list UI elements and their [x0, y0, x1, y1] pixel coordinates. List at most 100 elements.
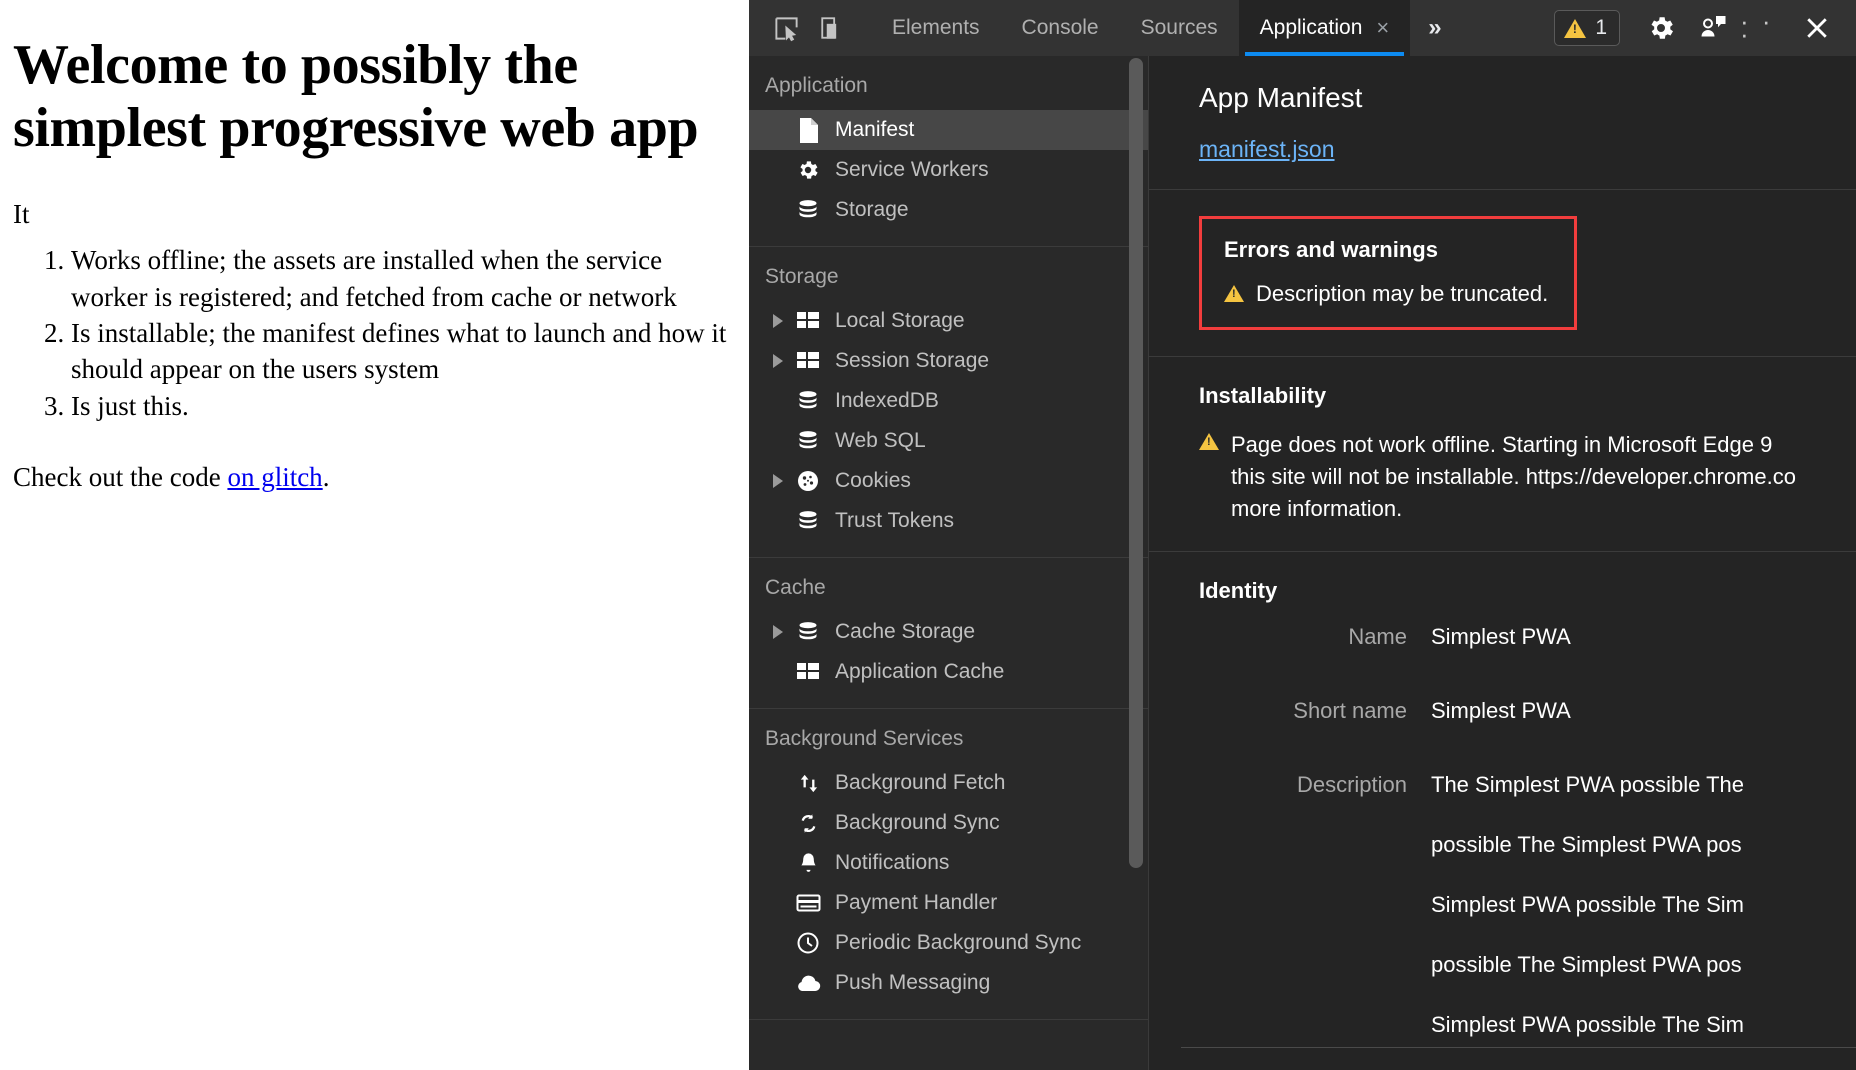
sidebar-item-background-sync[interactable]: Background Sync [749, 803, 1148, 843]
tab-application[interactable]: Application × [1238, 0, 1411, 56]
sidebar-item-web-sql[interactable]: Web SQL [749, 421, 1148, 461]
installability-section: Installability Page does not work offlin… [1149, 357, 1856, 552]
manifest-panel: App Manifest manifest.json Errors and wa… [1149, 56, 1856, 1070]
devtools-body: Application Manifest Service Workers Sto… [749, 56, 1856, 1070]
web-page-viewport: Welcome to possibly the simplest progres… [0, 0, 749, 1070]
chevron-right-icon[interactable] [773, 314, 783, 328]
tab-console[interactable]: Console [1001, 0, 1120, 56]
sidebar-item-label: Cache Storage [835, 620, 976, 643]
sidebar-item-application-cache[interactable]: Application Cache [749, 652, 1148, 692]
description-line: possible The Simplest PWA pos [1431, 831, 1742, 857]
sidebar-item-label: Application Cache [835, 660, 1005, 683]
identity-fields: Name Simplest PWA Short name Simplest PW… [1199, 624, 1856, 1070]
sidebar-item-label: Background Fetch [835, 771, 1006, 794]
application-sidebar: Application Manifest Service Workers Sto… [749, 56, 1149, 1070]
warning-count-badge[interactable]: 1 [1554, 10, 1620, 46]
table-icon [793, 308, 823, 334]
warning-triangle-icon [1199, 433, 1219, 450]
sidebar-item-cache-storage[interactable]: Cache Storage [749, 612, 1148, 652]
more-options-dots: · · · [1740, 6, 1774, 49]
installability-line: this site will not be installable. https… [1231, 463, 1796, 489]
description-line: Simplest PWA possible The Sim [1431, 891, 1745, 917]
field-value: Simplest PWA [1431, 623, 1571, 649]
sidebar-item-indexeddb[interactable]: IndexedDB [749, 381, 1148, 421]
sidebar-item-payment-handler[interactable]: Payment Handler [749, 883, 1148, 923]
sidebar-item-label: Periodic Background Sync [835, 931, 1082, 954]
warning-row: Description may be truncated. [1224, 281, 1552, 307]
sidebar-group-application: Application Manifest Service Workers Sto… [749, 56, 1148, 247]
cloud-icon [793, 970, 823, 996]
description-line: The Simplest PWA possible The [1431, 771, 1745, 797]
inspect-element-icon[interactable] [763, 7, 809, 49]
table-icon [793, 659, 823, 685]
close-devtools-icon[interactable] [1792, 7, 1842, 49]
bell-icon [793, 850, 823, 876]
field-label: Name [1348, 623, 1407, 649]
sidebar-item-label: Trust Tokens [835, 509, 955, 532]
tab-elements[interactable]: Elements [871, 0, 1001, 56]
close-icon[interactable]: × [1376, 17, 1389, 39]
sidebar-item-label: Manifest [835, 118, 915, 141]
sidebar-item-storage[interactable]: Storage [749, 190, 1148, 230]
list-item: Works offline; the assets are installed … [71, 242, 733, 315]
chevron-right-icon[interactable] [773, 354, 783, 368]
clock-icon [793, 930, 823, 956]
sidebar-item-trust-tokens[interactable]: Trust Tokens [749, 501, 1148, 541]
table-icon [793, 348, 823, 374]
sidebar-item-label: Notifications [835, 851, 950, 874]
footer-prefix: Check out the code [13, 462, 228, 493]
tab-sources[interactable]: Sources [1120, 0, 1239, 56]
more-tabs-icon[interactable]: » [1410, 0, 1459, 56]
sidebar-item-cookies[interactable]: Cookies [749, 461, 1148, 501]
sidebar-item-local-storage[interactable]: Local Storage [749, 301, 1148, 341]
description-line: Simplest PWA possible The Sim [1431, 1011, 1745, 1037]
identity-row-name: Name Simplest PWA [1199, 624, 1856, 650]
devtools-toolbar: Elements Console Sources Application × »… [749, 0, 1856, 56]
field-value: The Simplest PWA possible The possible T… [1431, 772, 1744, 1070]
sidebar-group-title: Application [765, 74, 868, 97]
sidebar-item-label: Cookies [835, 469, 911, 492]
sidebar-group-cache: Cache Cache Storage Application Cache [749, 558, 1148, 709]
list-item: Is installable; the manifest defines wha… [71, 315, 733, 388]
sidebar-item-label: Background Sync [835, 811, 1000, 834]
page-feature-list: Works offline; the assets are installed … [13, 242, 733, 424]
tab-label: Sources [1140, 16, 1218, 39]
sync-icon [793, 810, 823, 836]
chevron-right-icon[interactable] [773, 474, 783, 488]
more-options-icon[interactable]: · · · [1740, 7, 1790, 49]
tab-label: Elements [892, 16, 980, 39]
feedback-icon[interactable] [1688, 7, 1738, 49]
sidebar-item-label: Session Storage [835, 349, 990, 372]
sidebar-item-label: IndexedDB [835, 389, 939, 412]
footer-suffix: . [322, 462, 330, 493]
installability-line: more information. [1231, 495, 1403, 521]
glitch-link[interactable]: on glitch [227, 462, 322, 492]
manifest-json-link[interactable]: manifest.json [1199, 136, 1335, 162]
database-icon [793, 197, 823, 223]
sidebar-item-push-messaging[interactable]: Push Messaging [749, 963, 1148, 1003]
sidebar-group-title: Storage [765, 265, 839, 288]
warning-count: 1 [1595, 16, 1607, 39]
device-toolbar-icon[interactable] [809, 7, 855, 49]
sidebar-scrollbar[interactable] [1129, 58, 1143, 868]
page-title: Welcome to possibly the simplest progres… [13, 34, 699, 160]
cookie-icon [793, 468, 823, 494]
list-item: Is just this. [71, 388, 733, 424]
sidebar-item-background-fetch[interactable]: Background Fetch [749, 763, 1148, 803]
sidebar-item-notifications[interactable]: Notifications [749, 843, 1148, 883]
database-icon [793, 508, 823, 534]
sidebar-item-service-workers[interactable]: Service Workers [749, 150, 1148, 190]
sidebar-item-label: Service Workers [835, 158, 989, 181]
errors-warnings-heading: Errors and warnings [1224, 237, 1438, 262]
field-value: Simplest PWA [1431, 697, 1571, 723]
gear-icon[interactable] [1636, 7, 1686, 49]
sidebar-item-periodic-background-sync[interactable]: Periodic Background Sync [749, 923, 1148, 963]
sidebar-group-title: Cache [765, 576, 826, 599]
devtools-panel: Elements Console Sources Application × »… [749, 0, 1856, 1070]
sidebar-item-label: Storage [835, 198, 909, 221]
sidebar-item-session-storage[interactable]: Session Storage [749, 341, 1148, 381]
sidebar-item-manifest[interactable]: Manifest [749, 110, 1148, 150]
errors-warnings-box: Errors and warnings Description may be t… [1199, 216, 1577, 330]
page-intro-text: It [13, 198, 30, 229]
chevron-right-icon[interactable] [773, 625, 783, 639]
